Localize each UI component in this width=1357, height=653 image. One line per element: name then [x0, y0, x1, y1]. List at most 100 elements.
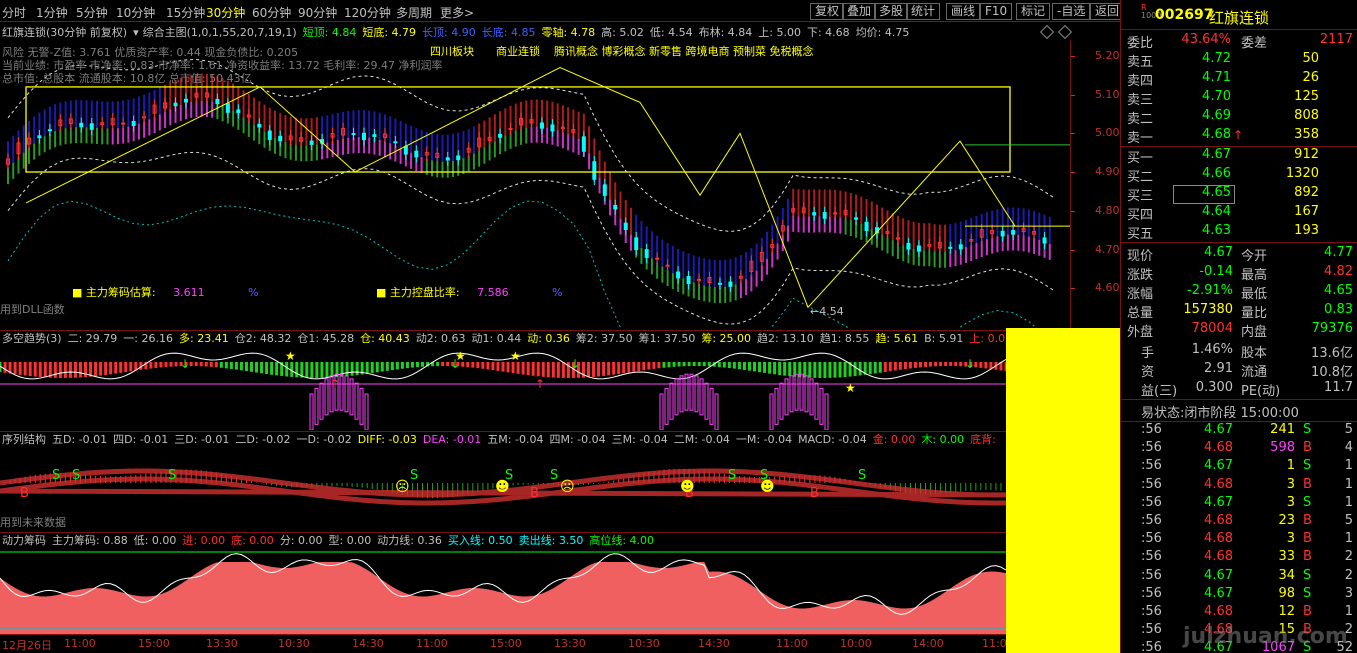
candle-body	[864, 221, 869, 232]
tick-row[interactable]: :56 4.67 98 S 3	[1121, 586, 1357, 605]
value: 4.67	[1204, 245, 1233, 260]
value: 43.64%	[1181, 32, 1231, 47]
label: 委比	[1127, 36, 1154, 51]
toolbar-button[interactable]: 多股	[874, 3, 909, 20]
status-value: 闭市阶段	[1184, 406, 1241, 421]
chip-area	[0, 562, 1006, 634]
quote-row[interactable]: 资 2.91 流通 10.8亿	[1121, 361, 1357, 380]
buy-row[interactable]: 买三 4.65 892	[1121, 185, 1357, 204]
volume: 193	[1294, 223, 1319, 238]
candle-body	[131, 120, 136, 127]
buy-signal: B	[810, 486, 819, 501]
close-panel-icon[interactable]	[1057, 24, 1073, 40]
toolbar-button[interactable]: 复权	[810, 3, 845, 20]
legend-item: 买入线: 0.50	[447, 534, 513, 547]
tick-row[interactable]: :56 4.68 33 B 2	[1121, 549, 1357, 568]
price-tick	[1071, 288, 1075, 289]
toolbar-button[interactable]: 标记	[1016, 3, 1051, 20]
volume-bar	[354, 382, 359, 420]
buy-row[interactable]: 买二 4.66 1320	[1121, 166, 1357, 185]
tick-row[interactable]: :56 4.68 3 B 1	[1121, 531, 1357, 550]
toolbar-button[interactable]: 统计	[906, 3, 941, 20]
period-tab[interactable]: 10分钟	[116, 4, 155, 21]
volume-bar	[769, 393, 774, 430]
quote-row[interactable]: 涨跌 -0.14 最高 4.82	[1121, 264, 1357, 283]
legend-item: 一M: -0.04	[735, 433, 793, 446]
time-label: 12月26日	[2, 639, 52, 652]
legend-item: 四M: -0.04	[549, 433, 606, 446]
period-tab[interactable]: 30分钟	[206, 4, 245, 21]
value: 10.8亿	[1311, 365, 1353, 380]
tick-volume: 3	[1286, 494, 1295, 510]
price-axis: 5.20 5.10 5.00 4.90 4.80 4.70 4.60	[1070, 40, 1120, 328]
tick-row[interactable]: :56 4.68 12 B 1	[1121, 604, 1357, 623]
period-tab[interactable]: 120分钟	[344, 4, 391, 21]
dropdown-icon[interactable]: ▾	[133, 26, 139, 39]
period-tab[interactable]: 60分钟	[252, 4, 291, 21]
candle-body	[697, 278, 702, 281]
sell-row[interactable]: 卖五 4.72 50	[1121, 51, 1357, 70]
weibi-row[interactable]: 委比 43.64% 委差 2117	[1121, 32, 1357, 51]
toolbar-button[interactable]: F10	[980, 3, 1013, 20]
legend-item: 多: 23.41	[179, 332, 229, 345]
tick-row[interactable]: :56 4.67 34 S 2	[1121, 568, 1357, 587]
sell-signal: S	[550, 468, 558, 483]
candle-body	[613, 204, 618, 210]
label: 卖五	[1127, 55, 1154, 70]
value: 1.46%	[1191, 342, 1233, 357]
price-tick	[1071, 250, 1075, 251]
tick-count: 1	[1344, 476, 1353, 492]
settings-icon[interactable]	[1039, 24, 1055, 40]
sell-row[interactable]: 卖四 4.71 26	[1121, 70, 1357, 89]
legend-item: 趋: 5.61	[875, 332, 919, 345]
toolbar-button[interactable]: -自选	[1052, 3, 1091, 20]
toolbar-button[interactable]: 返回	[1090, 3, 1125, 20]
quote-row[interactable]: 外盘 78004 内盘 79376	[1121, 321, 1357, 340]
value: 79376	[1311, 321, 1353, 336]
tick-row[interactable]: :56 4.67 3 S 1	[1121, 495, 1357, 514]
quote-row[interactable]: 手 1.46% 股本 13.6亿	[1121, 342, 1357, 361]
period-tab[interactable]: 分时	[2, 4, 26, 21]
period-tab[interactable]: 多周期	[396, 4, 432, 21]
time-label: 15:00	[490, 637, 522, 650]
sequence-panel-chart[interactable]: B B B BS S S S S S S S S☹ ☻ ☹ ☻ ☻	[0, 447, 1006, 531]
tick-row[interactable]: :56 4.67 241 S 5	[1121, 422, 1357, 441]
period-tab[interactable]: 5分钟	[76, 4, 108, 21]
toolbar-button[interactable]: 画线	[946, 3, 981, 20]
chip-panel-chart[interactable]	[0, 548, 1006, 634]
quote-row[interactable]: 总量 157380 量比 0.83	[1121, 302, 1357, 321]
volume: 125	[1294, 89, 1319, 104]
period-tab[interactable]: 15分钟	[166, 4, 205, 21]
tick-row[interactable]: :56 4.68 23 B 5	[1121, 513, 1357, 532]
time-label: 13:30	[554, 637, 586, 650]
future-data-note: 用到未来数据	[0, 516, 66, 529]
buy-row[interactable]: 买一 4.67 912	[1121, 147, 1357, 166]
period-tab[interactable]: 90分钟	[298, 4, 337, 21]
tick-volume: 3	[1286, 531, 1295, 547]
tick-row[interactable]: :56 4.67 1 S 1	[1121, 458, 1357, 477]
legend-item: 二M: -0.04	[673, 433, 730, 446]
tick-direction: B	[1303, 440, 1312, 456]
period-tab[interactable]: 1分钟	[36, 4, 68, 21]
candle-body	[183, 98, 188, 103]
value: 4.77	[1324, 245, 1353, 260]
label: 卖三	[1127, 93, 1154, 108]
quote-row[interactable]: 涨幅 -2.91% 最低 4.65	[1121, 283, 1357, 302]
quote-row[interactable]: 益(三) 0.300 PE(动) 11.7	[1121, 380, 1357, 399]
sell-row[interactable]: 卖二 4.69 808	[1121, 108, 1357, 127]
candle-body	[655, 257, 660, 260]
tick-row[interactable]: :56 4.68 598 B 4	[1121, 440, 1357, 459]
trend-panel-chart[interactable]: ★ ★ ★★↓ ↓ ↓ ↓↑ ↑	[0, 346, 1006, 430]
sell-row[interactable]: 卖三 4.70 125	[1121, 89, 1357, 108]
quote-row[interactable]: 现价 4.67 今开 4.77	[1121, 245, 1357, 264]
toolbar-button[interactable]: 叠加	[842, 3, 877, 20]
buy-row[interactable]: 买四 4.64 167	[1121, 204, 1357, 223]
candle-body	[121, 122, 126, 125]
tick-volume: 598	[1270, 440, 1295, 456]
buy-row[interactable]: 买五 4.63 193	[1121, 223, 1357, 242]
volume-bar	[774, 387, 779, 425]
legend-item: 长底: 4.85	[481, 26, 536, 39]
tick-row[interactable]: :56 4.68 3 B 1	[1121, 477, 1357, 496]
volume: 808	[1294, 108, 1319, 123]
period-tab[interactable]: 更多>	[440, 4, 474, 21]
